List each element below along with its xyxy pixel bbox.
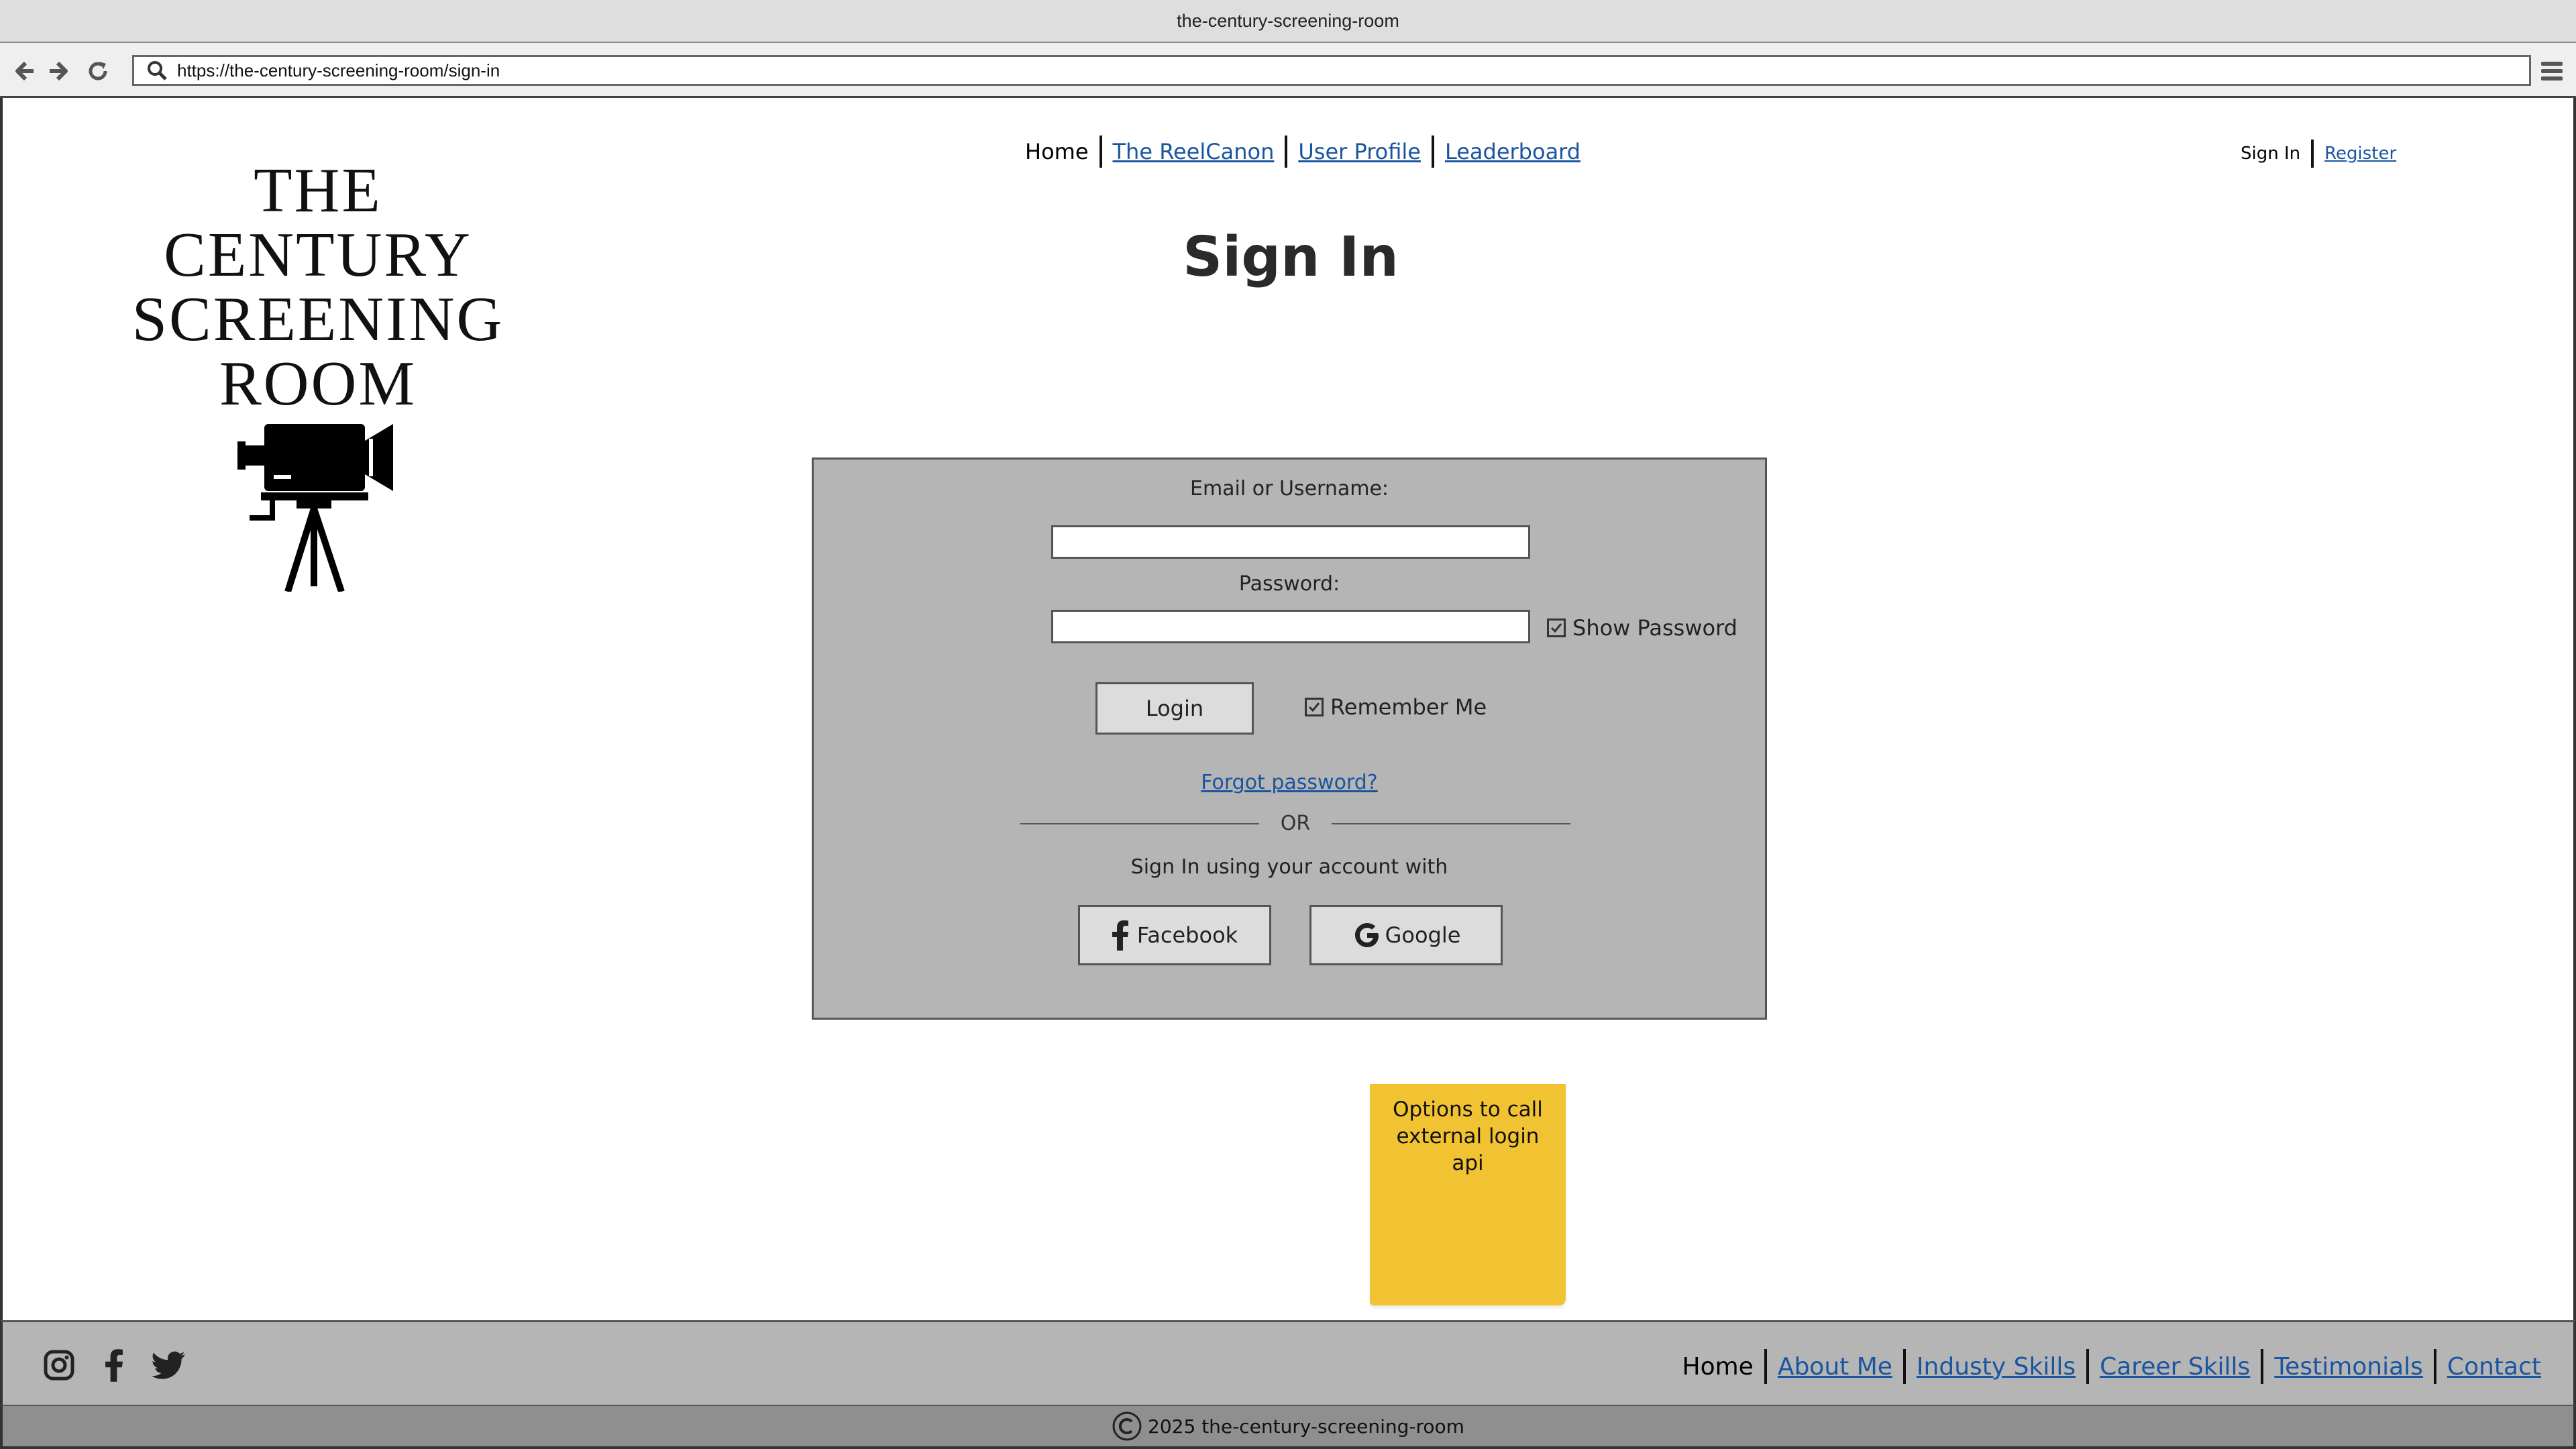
- footer: Home About Me Industy Skills Career Skil…: [0, 1320, 2576, 1405]
- password-label: Password:: [1238, 572, 1340, 596]
- social-sign-in-prompt: Sign In using your account with: [1130, 855, 1448, 879]
- top-navigation: Home The ReelCanon User Profile Leaderbo…: [3, 136, 2576, 176]
- arrow-left-icon: [15, 61, 34, 81]
- nav-divider: [2311, 140, 2314, 168]
- logo-line-1: THE CENTURY: [164, 156, 472, 290]
- nav-link-user-profile[interactable]: User Profile: [1298, 139, 1421, 164]
- logo-line-3: ROOM: [219, 349, 417, 419]
- window-title: the-century-screening-room: [1177, 10, 1399, 31]
- forgot-password-link[interactable]: Forgot password?: [1201, 771, 1377, 794]
- nav-divider: [1285, 136, 1288, 168]
- nav-link-home[interactable]: Home: [1025, 139, 1089, 164]
- nav-divider: [1764, 1349, 1767, 1384]
- browser-menu-button[interactable]: [2538, 58, 2565, 85]
- google-login-button[interactable]: Google: [1309, 905, 1503, 965]
- footer-nav: Home About Me Industy Skills Career Skil…: [1682, 1349, 2541, 1384]
- nav-divider: [2086, 1349, 2090, 1384]
- checkbox-checked-icon: [1305, 698, 1324, 716]
- footer-link-industry-skills[interactable]: Industy Skills: [1917, 1353, 2076, 1381]
- url-text: https://the-century-screening-room/sign-…: [177, 60, 500, 80]
- footer-link-home[interactable]: Home: [1682, 1353, 1754, 1381]
- nav-link-reelcanon[interactable]: The ReelCanon: [1113, 139, 1275, 164]
- sticky-note: Options to call external login api: [1370, 1084, 1566, 1305]
- forgot-password-row: Forgot password?: [814, 771, 1765, 794]
- remember-me-checkbox[interactable]: Remember Me: [1305, 694, 1487, 720]
- login-button[interactable]: Login: [1095, 682, 1254, 735]
- search-icon: [144, 57, 170, 84]
- email-label: Email or Username:: [1189, 477, 1389, 500]
- facebook-button-label: Facebook: [1136, 922, 1238, 948]
- facebook-login-button[interactable]: Facebook: [1078, 905, 1271, 965]
- checkbox-checked-icon: [1547, 619, 1566, 637]
- show-password-checkbox[interactable]: Show Password: [1547, 615, 1737, 641]
- arrow-right-icon: [50, 61, 68, 81]
- email-field[interactable]: [1051, 525, 1530, 559]
- footer-link-career-skills[interactable]: Career Skills: [2100, 1353, 2250, 1381]
- facebook-icon[interactable]: [97, 1348, 131, 1383]
- footer-link-about-me[interactable]: About Me: [1778, 1353, 1892, 1381]
- footer-link-testimonials[interactable]: Testimonials: [2274, 1353, 2423, 1381]
- forward-button[interactable]: [44, 56, 74, 86]
- or-text: OR: [1280, 812, 1311, 835]
- window-title-bar: the-century-screening-room: [0, 0, 2576, 43]
- copyright-bar: 2025 the-century-screening-room: [0, 1405, 2576, 1449]
- nav-divider: [2433, 1349, 2436, 1384]
- footer-link-contact[interactable]: Contact: [2447, 1353, 2541, 1381]
- reload-icon: [89, 62, 107, 80]
- nav-divider: [1431, 136, 1434, 168]
- twitter-icon[interactable]: [152, 1348, 186, 1383]
- sign-in-form: Email or Username: Password: Show Passwo…: [812, 458, 1767, 1020]
- register-link[interactable]: Register: [2324, 144, 2396, 164]
- footer-social-links: [42, 1348, 207, 1383]
- copyright-icon: [1112, 1411, 1142, 1442]
- main-nav: Home The ReelCanon User Profile Leaderbo…: [1025, 136, 1580, 168]
- password-field[interactable]: [1051, 610, 1530, 643]
- nav-divider: [2261, 1349, 2264, 1384]
- sign-in-link[interactable]: Sign In: [2241, 144, 2300, 164]
- site-logo[interactable]: THE CENTURY SCREENING ROOM: [97, 158, 539, 592]
- instagram-icon[interactable]: [42, 1348, 76, 1383]
- nav-divider: [1902, 1349, 1906, 1384]
- page-content: THE CENTURY SCREENING ROOM Home The Reel…: [0, 98, 2576, 1449]
- nav-link-leaderboard[interactable]: Leaderboard: [1445, 139, 1580, 164]
- google-icon: [1352, 920, 1383, 951]
- browser-toolbar: https://the-century-screening-room/sign-…: [0, 43, 2576, 98]
- copyright-text: 2025 the-century-screening-room: [1148, 1415, 1464, 1438]
- show-password-label: Show Password: [1572, 615, 1737, 641]
- or-divider: OR: [1020, 812, 1570, 835]
- movie-camera-icon: [237, 424, 393, 592]
- facebook-icon: [1112, 920, 1129, 951]
- page-title: Sign In: [1183, 225, 1399, 289]
- address-bar[interactable]: https://the-century-screening-room/sign-…: [132, 55, 2531, 86]
- auth-nav: Sign In Register: [2241, 140, 2396, 168]
- logo-line-2: SCREENING: [131, 284, 504, 354]
- remember-me-label: Remember Me: [1330, 694, 1487, 720]
- reload-button[interactable]: [83, 56, 113, 86]
- google-button-label: Google: [1385, 922, 1461, 948]
- back-button[interactable]: [9, 56, 39, 86]
- nav-divider: [1099, 136, 1102, 168]
